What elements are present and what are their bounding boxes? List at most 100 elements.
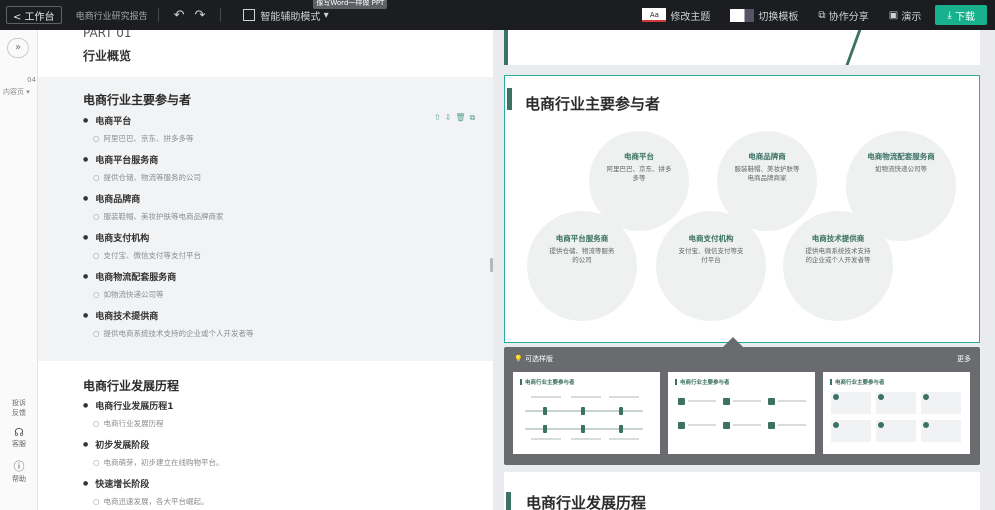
template-dot — [833, 394, 839, 400]
slide-accent-bar — [504, 30, 508, 65]
template-thumbnail[interactable]: 电商行业主要参与者 — [513, 372, 660, 454]
template-title: 电商行业主要参与者 — [675, 378, 730, 386]
list-subitem[interactable]: 提供电商系统技术支持的企业或个人开发者等 — [93, 328, 254, 339]
download-button[interactable]: ⤓ 下载 — [935, 5, 987, 25]
timeline-marker — [619, 425, 623, 433]
overview-title[interactable]: 行业概览 — [83, 47, 131, 64]
history-block[interactable]: 电商行业发展历程 电商行业发展历程1 电商行业发展历程 初步发展阶段 电商萌芽，… — [38, 361, 493, 510]
list-item[interactable]: 电商行业发展历程1 — [83, 399, 173, 412]
list-subitem[interactable]: 服装鞋帽、美妆护肤等电商品牌商家 — [93, 211, 224, 222]
list-item[interactable]: 电商平台 — [83, 114, 131, 127]
list-item[interactable]: 快速增长阶段 — [83, 477, 149, 490]
back-to-workbench-button[interactable]: < 工作台 — [6, 6, 62, 24]
circle-desc: 服装鞋帽、美妆护肤等电商品牌商家 — [734, 165, 800, 182]
circle-title: 电商技术提供商 — [811, 234, 865, 243]
template-picker-title: 💡 可选样版 — [514, 354, 553, 364]
previous-slide-thumbnail[interactable] — [504, 30, 980, 65]
help-icon: ⓘ — [13, 460, 25, 473]
customer-service-button[interactable]: ☊ 客服 — [0, 426, 38, 449]
slide-accent-bar — [506, 492, 511, 510]
assist-mode-tag: 像写Word一样做 PPT — [313, 0, 388, 9]
popover-arrow — [723, 337, 743, 347]
list-subitem[interactable]: 阿里巴巴、京东、拼多多等 — [93, 133, 194, 144]
more-templates-link[interactable]: 更多 — [957, 354, 971, 364]
template-thumbnail[interactable]: 电商行业主要参与者 — [823, 372, 970, 454]
list-item[interactable]: 电商品牌商 — [83, 192, 140, 205]
text-line — [531, 396, 561, 398]
timeline-marker — [543, 407, 547, 415]
collaborate-share-label: 协作分享 — [828, 11, 869, 23]
toolbar-divider — [157, 8, 159, 22]
list-subitem[interactable]: 电商迅速发展，各大平台崛起。 — [93, 496, 209, 507]
list-subitem[interactable]: 电商萌芽，初步建立在线购物平台。 — [93, 457, 224, 468]
template-square — [723, 398, 730, 405]
next-slide-title: 电商行业发展历程 — [526, 494, 647, 510]
collaborate-share-button[interactable]: ⧉ 协作分享 — [812, 5, 874, 25]
list-item[interactable]: 电商支付机构 — [83, 231, 149, 244]
theme-icon: Aa — [642, 8, 667, 22]
list-subitem[interactable]: 支付宝、微信支付等支付平台 — [93, 250, 202, 261]
slide-title: 电商行业主要参与者 — [525, 95, 661, 113]
circle-title: 电商平台服务商 — [555, 234, 609, 243]
expand-panel-button[interactable]: » — [7, 38, 29, 58]
outline-editor[interactable]: PART 01 行业概览 ⇧⇩🗑⧉ 电商行业主要参与者 电商平台 阿里巴巴、京东… — [38, 30, 493, 510]
help-button[interactable]: ⓘ 帮助 — [0, 458, 38, 484]
present-label: 演示 — [901, 11, 922, 23]
page-type-dropdown[interactable]: 内容页 ▾ — [3, 87, 30, 97]
circle-title: 电商平台 — [624, 152, 654, 161]
circle-desc: 提供电商系统技术支持的企业或个人开发者等 — [805, 247, 871, 264]
list-subitem[interactable]: 如物流快递公司等 — [93, 289, 164, 300]
modify-theme-button[interactable]: Aa 修改主题 — [636, 5, 716, 25]
text-line — [733, 424, 761, 426]
undo-icon[interactable]: ↶ — [174, 8, 185, 23]
assist-mode-icon — [243, 9, 256, 21]
download-label: 下载 — [955, 11, 975, 23]
template-icon — [730, 8, 755, 22]
template-square — [768, 398, 775, 405]
left-rail: » 04 内容页 ▾ 投诉反馈 ☊ 客服 ⓘ 帮助 — [0, 30, 38, 510]
slide-decoration — [783, 30, 865, 65]
template-title: 电商行业主要参与者 — [520, 378, 575, 386]
toolbar-divider — [220, 8, 222, 22]
assist-mode-label: 智能辅助模式 — [260, 11, 321, 23]
headset-icon: ☊ — [14, 426, 24, 439]
list-item[interactable]: 初步发展阶段 — [83, 438, 149, 451]
feedback-button[interactable]: 投诉反馈 — [0, 398, 38, 418]
next-slide-thumbnail[interactable]: 电商行业发展历程 — [504, 472, 980, 510]
circle-desc: 阿里巴巴、京东、拼多多等 — [606, 165, 672, 182]
circle-desc: 提供仓储、物流等服务的公司 — [549, 247, 615, 264]
redo-icon[interactable]: ↷ — [194, 8, 205, 23]
customer-service-label: 客服 — [12, 440, 26, 448]
list-subitem[interactable]: 提供仓储、物流等服务的公司 — [93, 172, 202, 183]
template-title: 电商行业主要参与者 — [830, 378, 885, 386]
section-heading[interactable]: 电商行业发展历程 — [83, 377, 179, 394]
circle-desc: 支付宝、微信支付等支付平台 — [678, 247, 744, 264]
block-actions[interactable]: ⇧⇩🗑⧉ — [434, 113, 479, 123]
participants-block[interactable]: ⇧⇩🗑⧉ 电商行业主要参与者 电商平台 阿里巴巴、京东、拼多多等 电商平台服务商… — [38, 77, 493, 361]
text-line — [571, 438, 601, 440]
template-square — [768, 422, 775, 429]
circle-title: 电商品牌商 — [748, 152, 786, 161]
list-item[interactable]: 电商平台服务商 — [83, 153, 158, 166]
switch-template-button[interactable]: 切换模板 — [724, 5, 804, 25]
present-button[interactable]: ▣ 演示 — [883, 5, 928, 25]
list-item[interactable]: 电商技术提供商 — [83, 309, 158, 322]
circle-title: 电商支付机构 — [688, 234, 734, 243]
template-thumbnail[interactable]: 电商行业主要参与者 — [668, 372, 815, 454]
list-subitem[interactable]: 电商行业发展历程 — [93, 418, 164, 429]
template-square — [723, 422, 730, 429]
text-line — [688, 424, 716, 426]
current-slide[interactable]: 电商行业主要参与者 电商平台 阿里巴巴、京东、拼多多等 电商品牌商 服装鞋帽、美… — [504, 75, 980, 343]
share-icon: ⧉ — [818, 9, 829, 21]
list-item[interactable]: 电商物流配套服务商 — [83, 270, 176, 283]
text-line — [778, 424, 806, 426]
timeline-marker — [543, 425, 547, 433]
lightbulb-icon: 💡 — [514, 355, 525, 363]
section-heading[interactable]: 电商行业主要参与者 — [83, 91, 191, 108]
document-title[interactable]: 电商行业研究报告 — [76, 9, 148, 22]
present-icon: ▣ — [888, 9, 902, 21]
template-dot — [878, 422, 884, 428]
participant-circle: 电商支付机构 支付宝、微信支付等支付平台 — [656, 211, 766, 321]
slide-accent-bar — [507, 88, 512, 110]
smart-assist-mode-dropdown[interactable]: 智能辅助模式 ▾ 像写Word一样做 PPT — [237, 0, 388, 25]
